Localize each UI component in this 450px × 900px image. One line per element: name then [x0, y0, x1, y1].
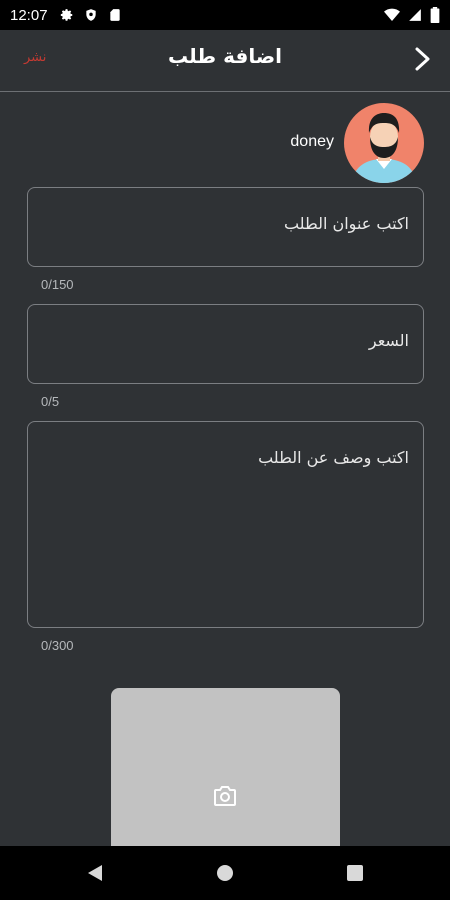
status-indicators — [384, 7, 440, 23]
status-time: 12:07 — [10, 6, 48, 24]
description-counter: 0/300 — [41, 638, 74, 653]
user-name: doney — [290, 133, 334, 150]
camera-icon — [214, 786, 236, 806]
page-title: اضافة طلب — [167, 44, 283, 68]
title-placeholder: اكتب عنوان الطلب — [283, 214, 409, 233]
description-input[interactable]: اكتب وصف عن الطلب — [27, 421, 424, 628]
price-counter: 0/5 — [41, 394, 60, 409]
navigation-bar — [0, 846, 450, 900]
signal-icon — [409, 9, 421, 21]
battery-icon — [430, 7, 440, 23]
back-chevron-icon[interactable] — [410, 44, 436, 74]
price-placeholder: السعر — [368, 331, 409, 350]
shield-icon — [85, 9, 96, 21]
nav-home-icon[interactable] — [216, 864, 234, 882]
title-input[interactable]: اكتب عنوان الطلب — [27, 187, 424, 267]
sim-card-icon — [109, 9, 120, 21]
avatar — [344, 103, 424, 183]
app-bar: نشر اضافة طلب — [0, 30, 450, 92]
nav-back-icon[interactable] — [86, 863, 104, 883]
status-bar: 12:07 — [0, 0, 450, 30]
wifi-icon — [384, 8, 400, 21]
user-avatar-icon — [352, 113, 416, 183]
nav-recents-icon[interactable] — [346, 864, 364, 882]
image-picker[interactable] — [111, 688, 340, 858]
settings-icon — [60, 9, 72, 21]
description-placeholder: اكتب وصف عن الطلب — [258, 448, 409, 467]
title-counter: 0/150 — [41, 277, 74, 292]
price-input[interactable]: السعر — [27, 304, 424, 384]
